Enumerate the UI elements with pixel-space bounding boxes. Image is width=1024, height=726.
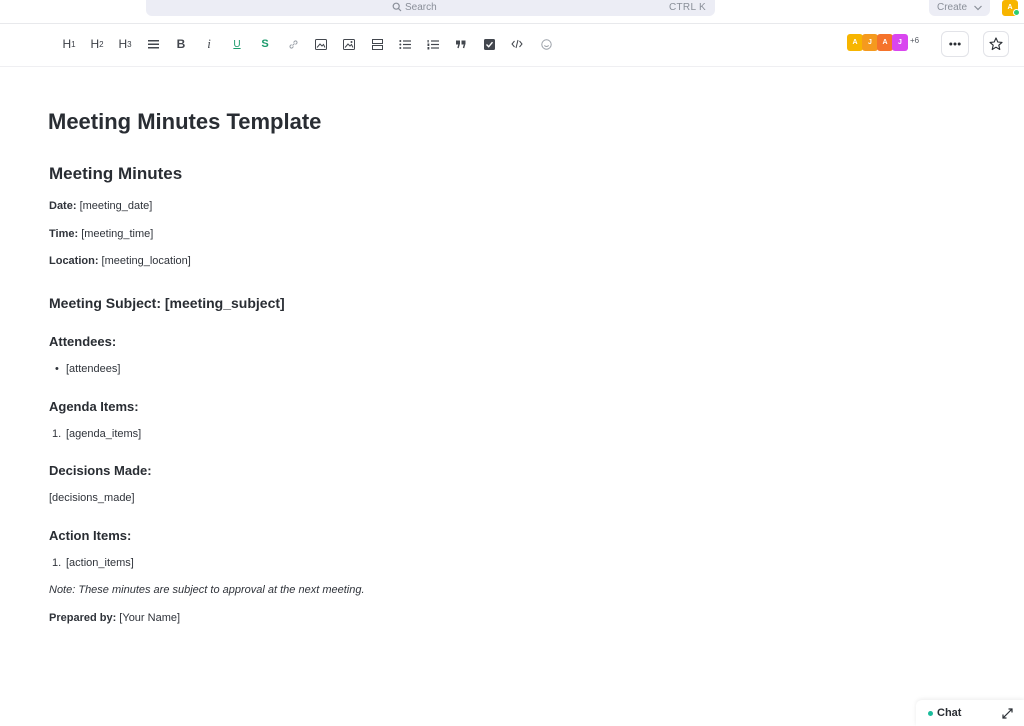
code-icon xyxy=(511,39,523,49)
online-status-dot xyxy=(1013,9,1020,16)
checkbox-icon xyxy=(483,38,495,50)
chat-label: Chat xyxy=(937,707,962,719)
heading-2-level: 2 xyxy=(99,39,104,49)
agenda-value: [agenda_items] xyxy=(66,428,142,440)
link-button[interactable] xyxy=(282,33,304,55)
subject-heading: Meeting Subject: [meeting_subject] xyxy=(49,295,285,311)
heading-3-label: H xyxy=(118,37,128,51)
divider-icon xyxy=(371,38,383,50)
date-value: [meeting_date] xyxy=(76,200,153,212)
time-label: Time: xyxy=(49,228,79,240)
location-value: [meeting_location] xyxy=(98,255,191,267)
numbered-list-button[interactable] xyxy=(422,33,444,55)
search-bar[interactable]: Search CTRL K xyxy=(146,0,715,16)
quote-button[interactable] xyxy=(450,33,472,55)
attendees-heading: Attendees: xyxy=(49,334,117,349)
align-lines-icon xyxy=(147,39,159,48)
search-placeholder: Search xyxy=(405,2,437,13)
insert-media-button[interactable] xyxy=(338,33,360,55)
date-line: Date: [meeting_date] xyxy=(49,200,152,212)
decisions-value: [decisions_made] xyxy=(49,492,135,504)
underline-label: U xyxy=(233,38,241,50)
top-bar: Search CTRL K Create A xyxy=(0,0,1024,22)
location-label: Location: xyxy=(49,255,99,267)
date-label: Date: xyxy=(49,200,77,212)
search-icon xyxy=(392,2,402,12)
heading-3-level: 3 xyxy=(127,39,132,49)
heading-2-button[interactable]: H2 xyxy=(86,33,108,55)
heading-1-level: 1 xyxy=(71,39,76,49)
media-icon xyxy=(343,38,355,50)
expand-icon[interactable] xyxy=(1002,708,1013,719)
create-label: Create xyxy=(937,2,968,13)
code-block-button[interactable] xyxy=(506,33,528,55)
attendees-value: [attendees] xyxy=(66,363,121,375)
location-line: Location: [meeting_location] xyxy=(49,255,191,267)
underline-button[interactable]: U xyxy=(226,33,248,55)
ellipsis-icon xyxy=(949,42,961,46)
heading-1-label: H xyxy=(62,37,72,51)
checklist-button[interactable] xyxy=(478,33,500,55)
user-avatar[interactable]: A xyxy=(1002,0,1020,16)
collaborator-avatar: A xyxy=(847,34,863,51)
time-value: [meeting_time] xyxy=(78,228,154,240)
heading-1-button[interactable]: H1 xyxy=(58,33,80,55)
prepared-by-line: Prepared by: [Your Name] xyxy=(49,612,180,624)
collaborator-more-count: +6 xyxy=(910,36,920,45)
italic-button[interactable]: i xyxy=(198,33,220,55)
quote-icon xyxy=(456,40,466,48)
heading-3-button[interactable]: H3 xyxy=(114,33,136,55)
bullet-list-icon xyxy=(399,39,411,49)
image-icon xyxy=(315,38,327,50)
heading-2-label: H xyxy=(90,37,100,51)
insert-image-button[interactable] xyxy=(310,33,332,55)
collaborator-avatar: J xyxy=(892,34,908,51)
section-heading: Meeting Minutes xyxy=(49,164,183,183)
favorite-button[interactable] xyxy=(983,31,1009,57)
divider-button[interactable] xyxy=(366,33,388,55)
more-options-button[interactable] xyxy=(941,31,969,57)
user-avatar-initial: A xyxy=(1007,4,1013,11)
bold-button[interactable]: B xyxy=(170,33,192,55)
text-align-button[interactable] xyxy=(142,33,164,55)
smiley-icon xyxy=(540,38,552,50)
star-icon xyxy=(989,37,1003,51)
bold-label: B xyxy=(176,37,186,51)
strikethrough-label: S xyxy=(261,38,269,50)
italic-label: i xyxy=(207,36,211,51)
link-icon xyxy=(288,39,298,49)
chat-status-dot xyxy=(928,711,933,716)
collaborator-avatar: J xyxy=(862,34,878,51)
prepared-label: Prepared by: xyxy=(49,612,117,624)
agenda-heading: Agenda Items: xyxy=(49,399,139,414)
search-shortcut: CTRL K xyxy=(669,2,706,13)
collaborator-avatar: A xyxy=(877,34,893,51)
create-button[interactable]: Create xyxy=(929,0,990,16)
bullet-list-button[interactable] xyxy=(394,33,416,55)
actions-heading: Action Items: xyxy=(49,528,132,543)
actions-value: [action_items] xyxy=(66,557,134,569)
strikethrough-button[interactable]: S xyxy=(254,33,276,55)
approval-note: Note: These minutes are subject to appro… xyxy=(49,584,365,596)
emoji-button[interactable] xyxy=(535,33,557,55)
prepared-value: [Your Name] xyxy=(116,612,181,624)
chevron-down-icon xyxy=(974,5,982,11)
document-title[interactable]: Meeting Minutes Template xyxy=(48,109,321,135)
chat-widget[interactable]: Chat xyxy=(916,700,1024,726)
decisions-heading: Decisions Made: xyxy=(49,463,152,478)
numbered-list-icon xyxy=(427,39,439,49)
time-line: Time: [meeting_time] xyxy=(49,228,153,240)
